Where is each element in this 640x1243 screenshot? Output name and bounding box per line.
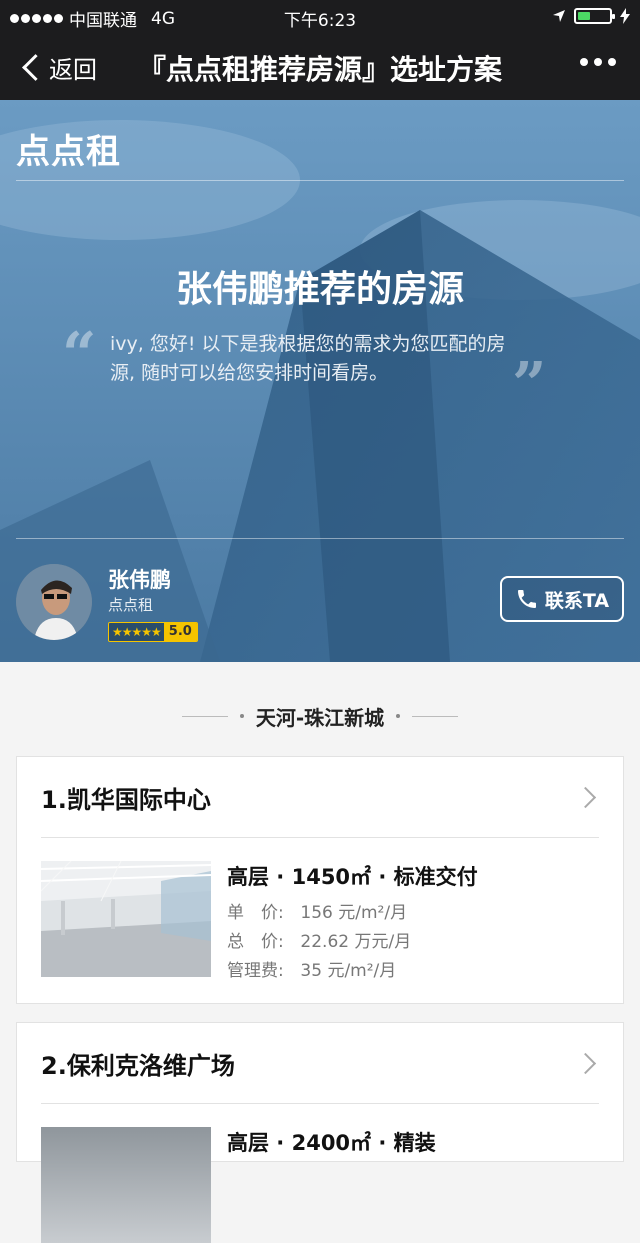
more-options-button[interactable] [580, 58, 616, 66]
listing-photo[interactable] [41, 861, 211, 977]
agent-name: 张伟鹏 [108, 568, 171, 592]
person-photo-icon [16, 564, 92, 640]
management-fee-label: 管理费: [227, 961, 284, 981]
total-price-row: 总 价: 22.62 万元/月 [227, 928, 478, 957]
listing-photo[interactable] [41, 1127, 211, 1243]
status-bar: 中国联通 4G 下午6:23 [0, 0, 640, 34]
management-fee-value: 35 元/m²/月 [300, 961, 397, 981]
back-label: 返回 [49, 56, 97, 84]
charging-bolt-icon [620, 8, 630, 24]
hero-title: 张伟鹏推荐的房源 [175, 269, 464, 310]
chevron-left-icon [22, 54, 49, 81]
star-rating-icon: ★★★★★ [109, 623, 164, 641]
listing-header[interactable]: 1.凯华国际中心 [41, 757, 599, 838]
listing-header[interactable]: 2.保利克洛维广场 [41, 1023, 599, 1104]
battery-icon [574, 8, 615, 24]
chevron-right-icon [574, 786, 597, 808]
back-button[interactable]: 返回 [20, 50, 97, 85]
listing-title: 1.凯华国际中心 [41, 785, 211, 814]
listing-spec: 高层 · 2400㎡ · 精装 [227, 1131, 436, 1155]
agent-avatar[interactable] [16, 564, 92, 640]
rating-badge: ★★★★★ 5.0 [108, 622, 198, 642]
listing-card[interactable]: 2.保利克洛维广场 高层 · 2400㎡ · 精装 [16, 1022, 624, 1243]
agent-company: 点点租 [108, 596, 154, 614]
hero-banner: 点点租 张伟鹏推荐的房源 “ ivy, 您好! 以下是我根据您的需求为您匹配的房… [0, 100, 640, 662]
unit-price-row: 单 价: 156 元/m²/月 [227, 899, 478, 928]
hero-message: ivy, 您好! 以下是我根据您的需求为您匹配的房源, 随时可以给您安排时间看房… [110, 333, 506, 384]
divider [412, 715, 459, 717]
listing-info: 高层 · 2400㎡ · 精装 [227, 1127, 436, 1165]
location-arrow-icon [553, 10, 565, 22]
divider [16, 180, 624, 181]
close-quote-icon: ” [512, 350, 547, 420]
divider [16, 538, 624, 539]
more-dots-icon [580, 58, 588, 66]
clock: 下午6:23 [283, 11, 357, 31]
unit-price-label: 单 价: [227, 903, 284, 923]
phone-icon [517, 590, 536, 608]
district-name: 天河-珠江新城 [255, 705, 385, 730]
total-price-label: 总 价: [227, 932, 284, 952]
chevron-right-icon [574, 1052, 597, 1074]
listing-title: 2.保利克洛维广场 [41, 1051, 235, 1080]
unit-price-value: 156 元/m²/月 [300, 903, 408, 923]
page-title: 『点点租推荐房源』选址方案 [137, 53, 502, 86]
office-interior-image [41, 861, 211, 977]
nav-bar: 返回 『点点租推荐房源』选址方案 [0, 34, 640, 100]
contact-agent-button[interactable]: 联系TA [500, 576, 624, 622]
management-fee-row: 管理费: 35 元/m²/月 [227, 957, 478, 986]
open-quote-icon: “ [62, 320, 97, 390]
listing-card[interactable]: 1.凯华国际中心 高层 · 1450㎡ · 标准交付 单 价: 156 元/m²… [16, 756, 624, 1004]
bullet-icon [396, 714, 401, 718]
brand-logo: 点点租 [16, 132, 121, 172]
total-price-value: 22.62 万元/月 [300, 932, 412, 952]
rating-score: 5.0 [163, 623, 197, 641]
divider [181, 715, 228, 717]
contact-label: 联系TA [544, 589, 610, 612]
district-header: 天河-珠江新城 [0, 700, 640, 732]
listing-spec: 高层 · 1450㎡ · 标准交付 [227, 865, 478, 889]
bullet-icon [239, 714, 244, 718]
listing-info: 高层 · 1450㎡ · 标准交付 单 价: 156 元/m²/月 总 价: 2… [227, 861, 478, 986]
